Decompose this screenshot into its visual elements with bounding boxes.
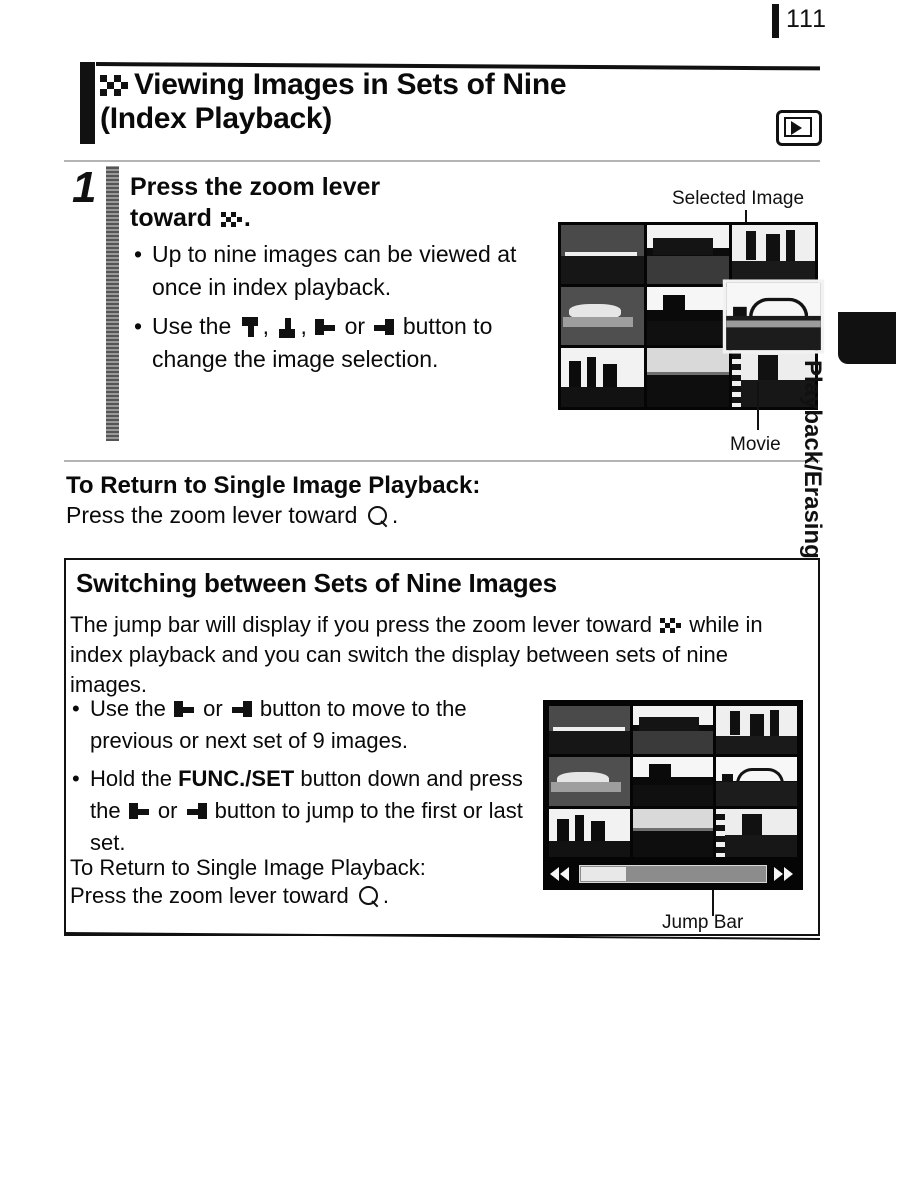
step-bullet-list: • Up to nine images can be viewed at onc… bbox=[132, 238, 532, 382]
thumbnail-grid bbox=[558, 222, 825, 410]
step-heading-line2-prefix: toward bbox=[130, 204, 212, 232]
magnifier-icon bbox=[367, 506, 389, 528]
film-perforation-icon bbox=[732, 348, 742, 407]
magnifier-icon bbox=[358, 886, 380, 908]
info-box-bullet-list: • Use the or button to move to the previ… bbox=[70, 693, 540, 865]
jump-bar-track[interactable] bbox=[579, 865, 767, 883]
return-body-1-suffix: . bbox=[391, 502, 399, 528]
thumbnail[interactable] bbox=[561, 286, 644, 346]
step-heading: Press the zoom lever toward . bbox=[130, 172, 490, 234]
step-bullet-2-mid3: or bbox=[344, 313, 366, 339]
index-checkerboard-icon bbox=[100, 75, 128, 96]
page-title: Viewing Images in Sets of Nine (Index Pl… bbox=[100, 68, 740, 136]
box-bullet-1-prefix: Use the bbox=[90, 696, 166, 721]
thumbnail[interactable] bbox=[561, 225, 644, 284]
step-bullet-2-mid2: , bbox=[300, 313, 307, 339]
return-body-2-suffix: . bbox=[382, 883, 390, 908]
movie-label: Movie bbox=[730, 434, 781, 455]
thumbnail-movie[interactable] bbox=[716, 808, 797, 857]
box-bullet-2-suffix: button to jump to the first or last set. bbox=[90, 798, 523, 855]
movie-leader-line bbox=[757, 382, 759, 430]
thumbnail[interactable] bbox=[732, 225, 815, 284]
bullet-dot: • bbox=[134, 241, 143, 267]
return-body-1-prefix: Press the zoom lever toward bbox=[66, 502, 358, 528]
thumbnail[interactable] bbox=[549, 757, 630, 806]
list-item: • Use the , , or button to change the im… bbox=[132, 310, 532, 376]
thumbnail[interactable] bbox=[632, 808, 714, 857]
info-box-intro: The jump bar will display if you press t… bbox=[70, 610, 810, 700]
step-side-bar bbox=[106, 166, 119, 441]
arrow-left-icon bbox=[173, 699, 195, 720]
thumbnail-selected[interactable] bbox=[723, 279, 825, 353]
thumbnail[interactable] bbox=[632, 757, 714, 806]
step-bullet-2-prefix: Use the bbox=[152, 313, 232, 339]
jump-bar-thumb[interactable] bbox=[581, 867, 626, 881]
thumbnail[interactable] bbox=[646, 348, 730, 407]
arrow-down-icon bbox=[277, 317, 298, 338]
index-checkerboard-icon bbox=[660, 618, 682, 634]
lcd-screen-jump-bar bbox=[543, 700, 803, 890]
thumbnail[interactable] bbox=[646, 286, 730, 346]
arrow-right-icon bbox=[186, 801, 207, 822]
return-heading-1: To Return to Single Image Playback: bbox=[66, 472, 481, 499]
jump-bar[interactable] bbox=[549, 863, 797, 885]
list-item: • Use the or button to move to the previ… bbox=[70, 693, 540, 757]
arrow-left-icon bbox=[128, 801, 150, 822]
return-heading-2: To Return to Single Image Playback: bbox=[70, 855, 426, 880]
page-title-line1: Viewing Images in Sets of Nine bbox=[134, 68, 567, 101]
section-tab-label: Playback/Erasing bbox=[799, 360, 826, 559]
film-perforation-icon bbox=[716, 808, 726, 857]
return-body-2: Press the zoom lever toward . bbox=[70, 883, 389, 909]
arrow-right-icon bbox=[231, 699, 252, 720]
page-number: 111 bbox=[786, 5, 828, 33]
bullet-dot: • bbox=[72, 696, 80, 721]
bullet-dot: • bbox=[134, 313, 143, 339]
info-box-title: Switching between Sets of Nine Images bbox=[76, 568, 557, 598]
thumbnail[interactable] bbox=[549, 808, 630, 857]
list-item: • Up to nine images can be viewed at onc… bbox=[132, 238, 532, 304]
section-tab-marker bbox=[838, 312, 896, 364]
thumbnail[interactable] bbox=[716, 757, 797, 806]
step-bullet-1-text: Up to nine images can be viewed at once … bbox=[152, 241, 517, 300]
thumbnail[interactable] bbox=[561, 348, 644, 407]
thumbnail[interactable] bbox=[632, 706, 714, 755]
selected-image-label: Selected Image bbox=[672, 188, 805, 209]
step-bullet-2-mid1: , bbox=[262, 313, 270, 339]
box-bullet-2-prefix: Hold the bbox=[90, 766, 172, 791]
return-body-2-prefix: Press the zoom lever toward bbox=[70, 883, 349, 908]
thumbnail-grid bbox=[546, 703, 800, 860]
arrow-left-icon bbox=[315, 317, 336, 338]
lcd-screen-index-playback bbox=[558, 222, 825, 410]
page-number-rule bbox=[772, 4, 779, 38]
playback-mode-icon bbox=[776, 110, 822, 146]
arrow-right-icon bbox=[373, 317, 395, 338]
return-body-1: Press the zoom lever toward . bbox=[66, 502, 398, 529]
thumbnail[interactable] bbox=[716, 706, 797, 755]
list-item: • Hold the FUNC./SET button down and pre… bbox=[70, 763, 540, 859]
step-number: 1 bbox=[72, 163, 97, 212]
page-title-line2: (Index Playback) bbox=[100, 102, 332, 135]
step-heading-line1: Press the zoom lever bbox=[130, 173, 381, 201]
index-checkerboard-icon bbox=[220, 212, 242, 228]
rewind-double-arrow-icon[interactable] bbox=[549, 865, 575, 883]
section-divider-bottom bbox=[64, 460, 820, 462]
box-bullet-1-mid: or bbox=[203, 696, 223, 721]
info-box-intro-part1: The jump bar will display if you press t… bbox=[70, 612, 653, 637]
bullet-dot: • bbox=[72, 766, 80, 791]
header-accent-bar bbox=[80, 62, 95, 144]
section-divider-top bbox=[64, 160, 820, 162]
thumbnail[interactable] bbox=[646, 225, 730, 284]
forward-double-arrow-icon[interactable] bbox=[771, 865, 797, 883]
jump-bar-label: Jump Bar bbox=[662, 912, 744, 933]
step-heading-line2-suffix: . bbox=[243, 204, 251, 232]
func-set-button-label: FUNC./SET bbox=[178, 766, 295, 791]
box-bullet-2-mid-b: or bbox=[157, 798, 178, 823]
arrow-up-icon bbox=[240, 317, 261, 338]
thumbnail[interactable] bbox=[549, 706, 630, 755]
